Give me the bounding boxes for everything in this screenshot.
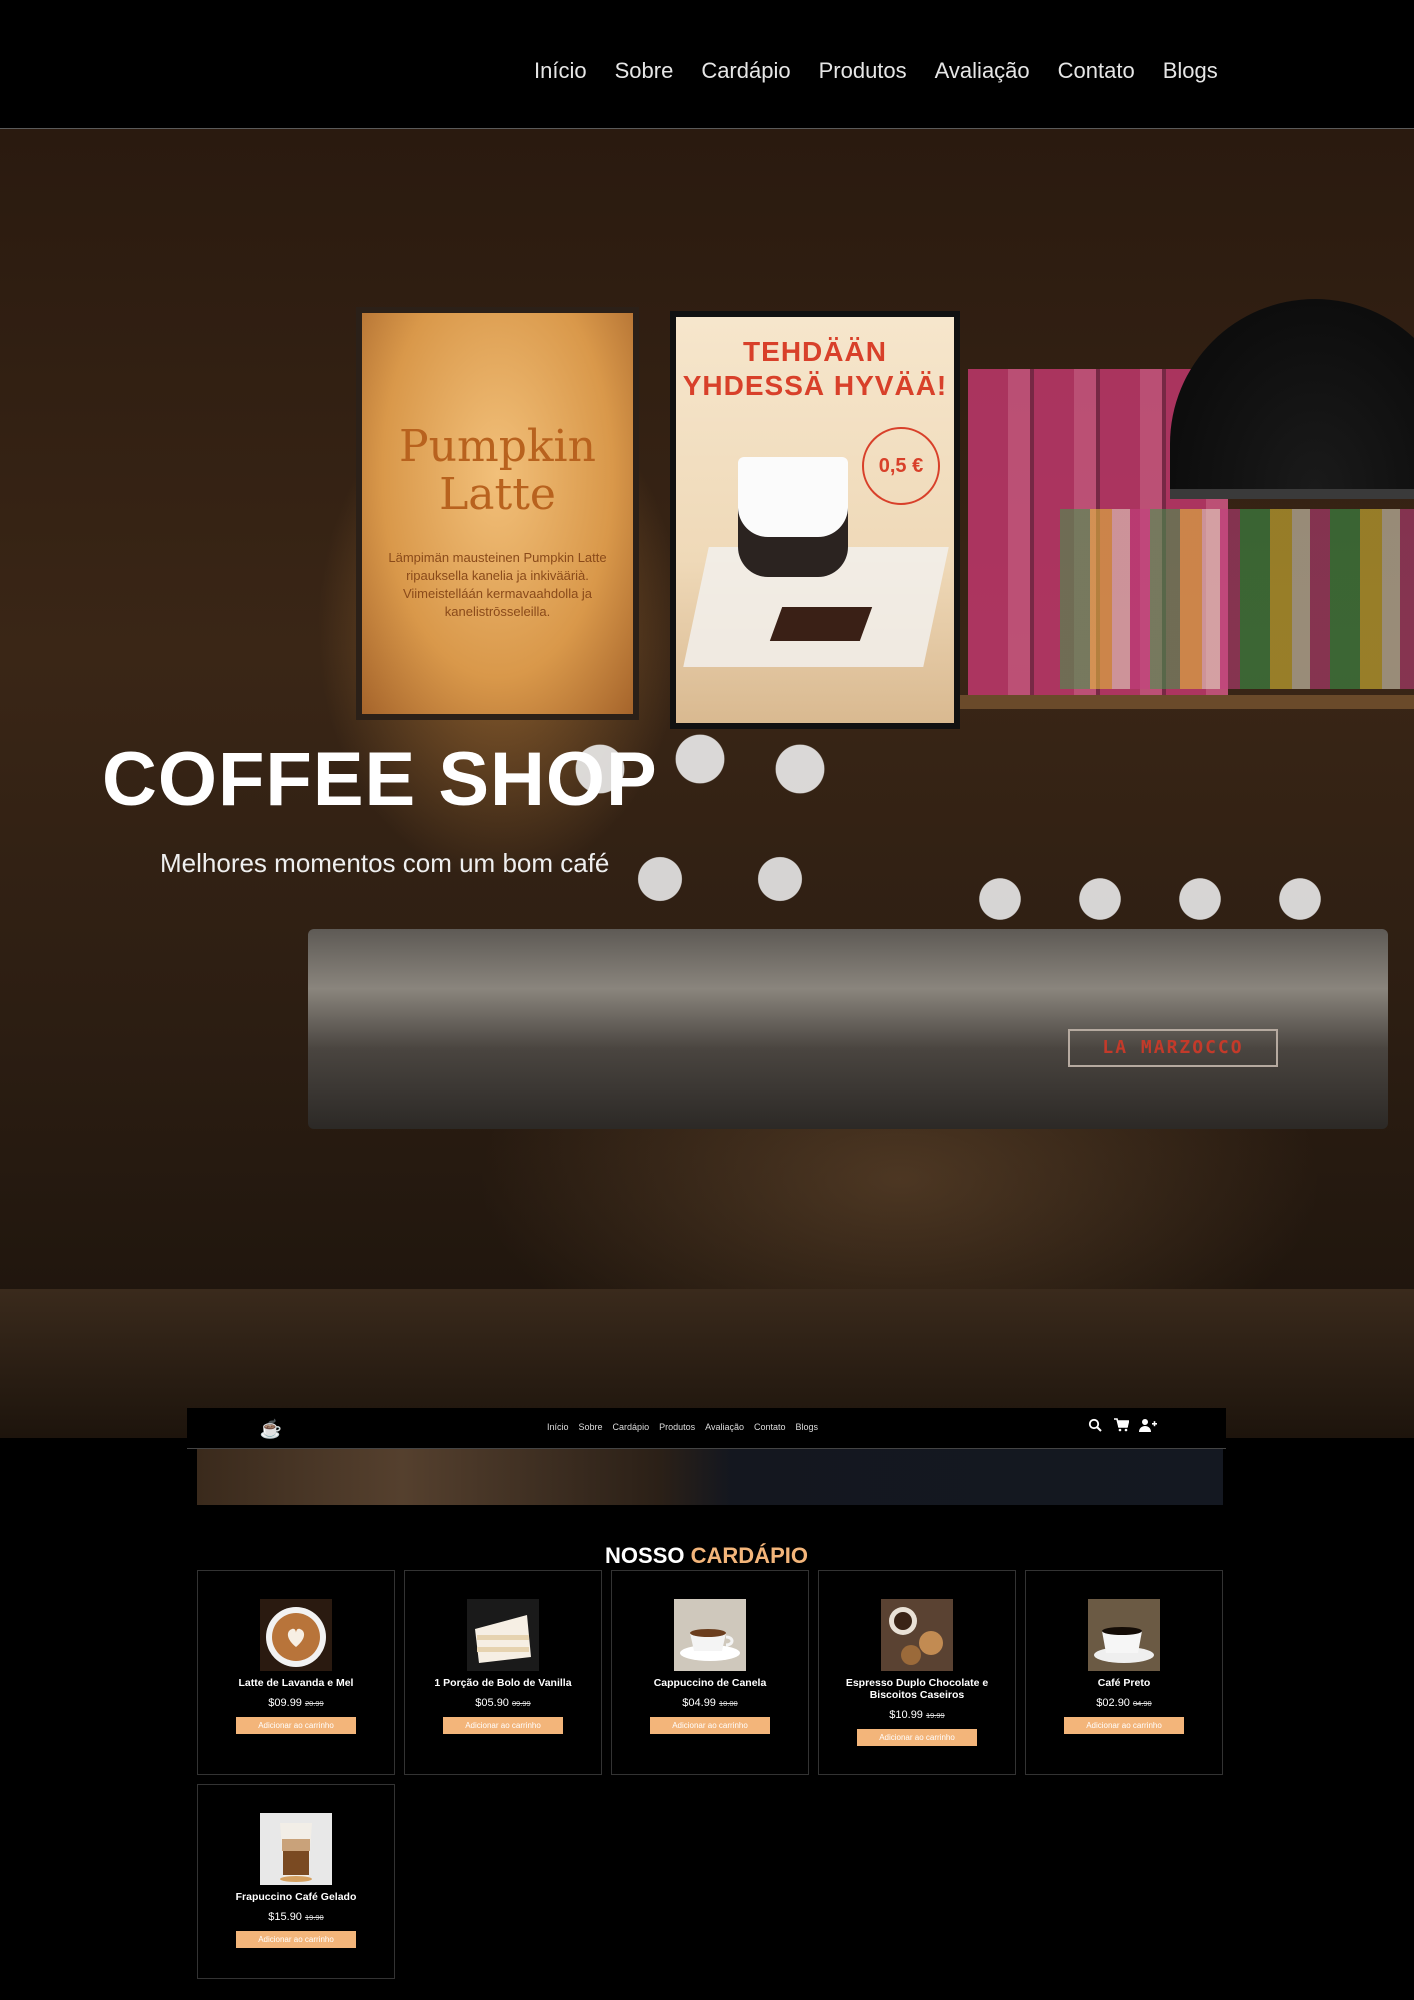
current-price: $15.90 <box>268 1911 302 1923</box>
nav-link-contato[interactable]: Contato <box>1058 55 1135 87</box>
product-card: Café Preto $02.90 04.90 Adicionar ao carr… <box>1025 1570 1223 1775</box>
product-card: 1 Porção de Bolo de Vanilla $05.90 09.99 … <box>404 1570 602 1775</box>
embedded-nav-contato[interactable]: Contato <box>754 1420 786 1434</box>
old-price: 10.00 <box>718 1699 738 1708</box>
current-price: $02.90 <box>1096 1697 1130 1709</box>
pendant-lamp <box>1170 299 1414 489</box>
add-to-cart-button[interactable]: Adicionar ao carrinho <box>443 1717 563 1734</box>
product-name: Espresso Duplo Chocolate e Biscoitos Cas… <box>845 1677 989 1701</box>
embedded-nav-sobre[interactable]: Sobre <box>579 1420 603 1434</box>
embedded-nav-cardapio[interactable]: Cardápio <box>613 1420 650 1434</box>
current-price: $09.99 <box>268 1697 302 1709</box>
hero-subtitle: Melhores momentos com um bom café <box>160 848 610 878</box>
current-price: $04.99 <box>682 1697 716 1709</box>
main-nav: Início Sobre Cardápio Produtos Avaliação… <box>534 55 1218 87</box>
product-name: 1 Porção de Bolo de Vanilla <box>434 1677 572 1689</box>
product-price: $09.99 20.99 <box>198 1697 394 1710</box>
nav-link-sobre[interactable]: Sobre <box>615 55 674 87</box>
product-name: Latte de Lavanda e Mel <box>238 1677 354 1689</box>
nav-link-cardapio[interactable]: Cardápio <box>701 55 790 87</box>
search-icon[interactable] <box>1087 1416 1103 1438</box>
machine-brand-badge: LA MARZOCCO <box>1068 1029 1278 1067</box>
menu-title-prefix: NOSSO <box>605 1543 685 1569</box>
embedded-hero-banner <box>197 1449 1223 1505</box>
product-price: $10.99 19.99 <box>819 1709 1015 1722</box>
product-price: $02.90 04.90 <box>1026 1697 1222 1710</box>
product-card: Frapuccino Café Gelado $15.90 19.90 Adici… <box>197 1784 395 1979</box>
promo-price: 0,5 € <box>862 427 940 505</box>
iced-coffee-thumbnail <box>260 1813 332 1885</box>
embedded-nav-blogs[interactable]: Blogs <box>796 1420 819 1434</box>
product-price: $05.90 09.99 <box>405 1697 601 1710</box>
product-card: Cappuccino de Canela $04.99 10.00 Adicion… <box>611 1570 809 1775</box>
embedded-nav: Início Sobre Cardápio Produtos Avaliação… <box>547 1420 818 1434</box>
product-name: Frapuccino Café Gelado <box>235 1891 357 1903</box>
embedded-header: ☕ Início Sobre Cardápio Produtos Avaliaç… <box>187 1408 1226 1449</box>
espresso-cookies-thumbnail <box>881 1599 953 1671</box>
coffee-cup-icon[interactable]: ☕ <box>259 1418 283 1440</box>
cake-slice-illustration <box>769 607 873 641</box>
old-price: 04.90 <box>1132 1699 1152 1708</box>
cappuccino-thumbnail <box>674 1599 746 1671</box>
cart-icon[interactable] <box>1113 1416 1130 1438</box>
add-to-cart-button[interactable]: Adicionar ao carrinho <box>650 1717 770 1734</box>
nav-link-avaliacao[interactable]: Avaliação <box>935 55 1030 87</box>
old-price: 19.99 <box>925 1711 945 1720</box>
pumpkin-latte-poster: Pumpkin Latte Lämpimän mausteinen Pumpki… <box>356 307 639 720</box>
promo-poster-title: TEHDÄÄN YHDESSÄ HYVÄÄ! <box>682 336 948 401</box>
nav-link-produtos[interactable]: Produtos <box>819 55 907 87</box>
add-to-cart-button[interactable]: Adicionar ao carrinho <box>857 1729 977 1746</box>
embedded-nav-inicio[interactable]: Início <box>547 1420 569 1434</box>
top-header: Início Sobre Cardápio Produtos Avaliação… <box>0 0 1414 129</box>
book-shelf-bottom <box>1060 509 1414 689</box>
product-price: $04.99 10.00 <box>612 1697 808 1710</box>
wooden-shelf <box>960 695 1414 709</box>
coffee-cup-illustration <box>738 457 848 577</box>
product-card: Latte de Lavanda e Mel $09.99 20.99 Adici… <box>197 1570 395 1775</box>
promo-poster: TEHDÄÄN YHDESSÄ HYVÄÄ! 0,5 € <box>670 311 960 729</box>
user-plus-icon[interactable] <box>1139 1416 1157 1438</box>
poster-text: Lämpimän mausteinen Pumpkin Latte ripauk… <box>388 550 607 619</box>
embedded-nav-avaliacao[interactable]: Avaliação <box>705 1420 744 1434</box>
menu-section-title: NOSSO CARDÁPIO <box>187 1542 1226 1570</box>
nav-link-blogs[interactable]: Blogs <box>1163 55 1218 87</box>
stacked-cups <box>540 709 1360 949</box>
product-name: Cappuccino de Canela <box>653 1677 767 1689</box>
hero-title: COFFEE SHOP <box>102 737 658 822</box>
old-price: 09.99 <box>511 1699 531 1708</box>
menu-title-accent: CARDÁPIO <box>690 1543 808 1569</box>
current-price: $05.90 <box>475 1697 509 1709</box>
old-price: 20.99 <box>304 1699 324 1708</box>
product-card: Espresso Duplo Chocolate e Biscoitos Cas… <box>818 1570 1016 1775</box>
header-icons <box>1087 1416 1157 1438</box>
latte-thumbnail <box>260 1599 332 1671</box>
poster-title: Pumpkin Latte <box>399 421 596 520</box>
nav-link-inicio[interactable]: Início <box>534 55 587 87</box>
add-to-cart-button[interactable]: Adicionar ao carrinho <box>1064 1717 1184 1734</box>
old-price: 19.90 <box>304 1913 324 1922</box>
current-price: $10.99 <box>889 1709 923 1721</box>
black-coffee-thumbnail <box>1088 1599 1160 1671</box>
embedded-page: ☕ Início Sobre Cardápio Produtos Avaliaç… <box>187 1408 1226 2000</box>
add-to-cart-button[interactable]: Adicionar ao carrinho <box>236 1931 356 1948</box>
cake-thumbnail <box>467 1599 539 1671</box>
product-price: $15.90 19.90 <box>198 1911 394 1924</box>
hero-section: Pumpkin Latte Lämpimän mausteinen Pumpki… <box>0 129 1414 1438</box>
product-name: Café Preto <box>1097 1677 1151 1689</box>
embedded-nav-produtos[interactable]: Produtos <box>659 1420 695 1434</box>
add-to-cart-button[interactable]: Adicionar ao carrinho <box>236 1717 356 1734</box>
